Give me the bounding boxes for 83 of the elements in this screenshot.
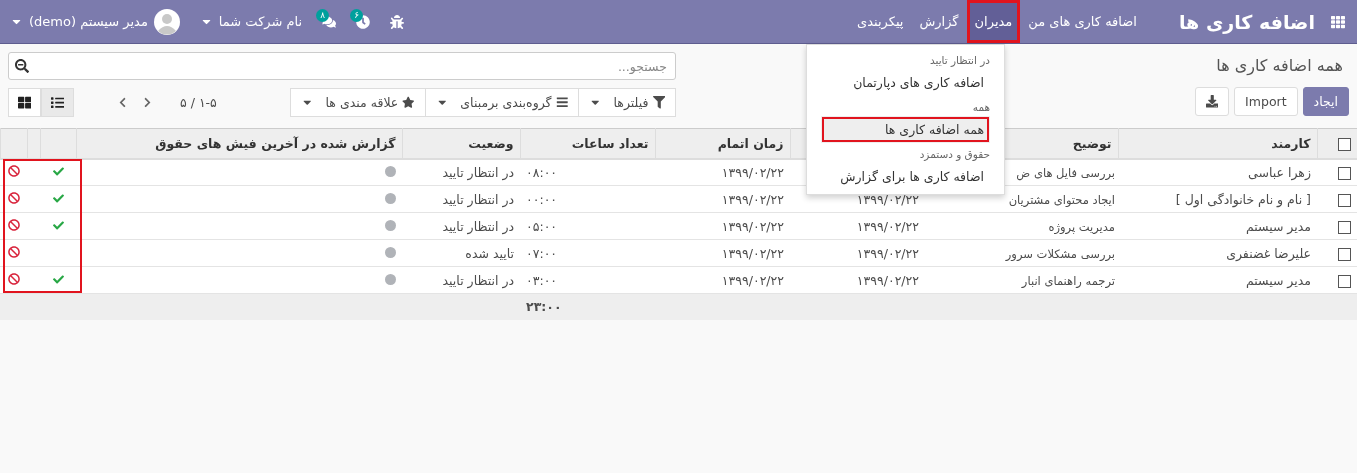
approve-icon[interactable] [52, 165, 64, 177]
checkbox[interactable] [1338, 247, 1351, 261]
approve-icon[interactable] [52, 273, 64, 285]
table-cell: ۱۳۹۹/۰۲/۲۲ [721, 272, 784, 288]
grid-view-icon [17, 95, 32, 110]
menu-section-header: در انتظار تایید [928, 53, 991, 69]
table-cell: ۰۳:۰۰ [526, 272, 558, 288]
column-header[interactable]: کارمند [1271, 135, 1311, 151]
menu-item[interactable]: اضافه کاری های دپارتمان [807, 69, 1004, 96]
table-cell: ۱۳۹۹/۰۲/۲۲ [856, 191, 919, 207]
checkbox[interactable] [1338, 274, 1351, 288]
table-cell: بررسی فایل های ض [1016, 165, 1115, 180]
search-icon[interactable] [15, 59, 29, 73]
message-count: ۸ [316, 9, 329, 22]
table-cell: ۱۳۹۹/۰۲/۲۲ [856, 272, 919, 288]
search-field[interactable]: جستجو... [8, 52, 676, 80]
download-icon [1205, 95, 1219, 108]
search-option-button[interactable]: علاقه مندی ها [290, 88, 426, 117]
company-switcher[interactable]: نام شرکت شما [218, 14, 303, 29]
user-menu[interactable]: مدیر سیستم (demo) [29, 14, 148, 29]
table-cell: مدیر سیستم [1245, 272, 1311, 288]
create-button[interactable]: ایجاد [1302, 87, 1349, 116]
refuse-icon[interactable] [7, 272, 20, 285]
chevron-right-icon [142, 97, 153, 108]
column-header[interactable]: توضیح [1072, 135, 1112, 151]
download-button[interactable] [1194, 87, 1230, 116]
refuse-icon[interactable] [7, 191, 20, 204]
approve-icon[interactable] [52, 219, 64, 231]
star-icon [402, 96, 415, 109]
table-cell: علیرضا غضنفری [1226, 245, 1311, 261]
import-button[interactable]: Import [1234, 87, 1298, 116]
table-cell: ۱۳۹۹/۰۲/۲۲ [721, 245, 784, 261]
table-cell: در انتظار تایید [442, 191, 514, 207]
table-cell: مدیر سیستم [1245, 218, 1311, 234]
menu-section-header: حقوق و دستمزد [918, 147, 991, 163]
view-switch-button[interactable] [8, 88, 41, 117]
refuse-icon[interactable] [7, 164, 20, 177]
menu-item[interactable]: اضافه کاری ها برای گزارش [807, 163, 1004, 190]
search-option-button[interactable]: فیلترها [578, 88, 676, 117]
table-cell: در انتظار تایید [442, 164, 514, 180]
menu-tab[interactable]: اضافه کاری های من [1020, 0, 1145, 43]
avatar-icon [153, 8, 180, 35]
refuse-icon[interactable] [7, 218, 20, 231]
table-cell: ۰۵:۰۰ [526, 218, 558, 234]
list-view-icon [50, 95, 65, 110]
view-switch-button[interactable] [41, 88, 74, 117]
table-cell: ایجاد محتوای مشتریان [1008, 192, 1115, 207]
checkbox[interactable] [1338, 220, 1351, 234]
table-cell: ۰۷:۰۰ [526, 245, 558, 261]
search-option-button[interactable]: گروه‌بندی برمبنای [424, 88, 580, 117]
table-cell: ترجمه راهنمای انبار [1021, 273, 1115, 288]
checkbox[interactable] [1338, 193, 1351, 207]
activity-count: ۶ [350, 9, 363, 22]
table-cell: در انتظار تایید [442, 272, 514, 288]
table-cell: ۱۳۹۹/۰۲/۲۲ [721, 218, 784, 234]
filter-icon [652, 96, 665, 109]
breadcrumb: همه اضافه کاری ها [1216, 55, 1344, 78]
table-cell: ۰۸:۰۰ [526, 164, 558, 180]
list-icon [555, 96, 569, 109]
table-cell: ۰۰:۰۰ [526, 191, 558, 207]
checkbox[interactable] [1338, 166, 1351, 180]
checkbox[interactable] [1338, 137, 1351, 151]
menu-section-header: همه [971, 100, 991, 115]
menu-tab[interactable]: مدیران [966, 0, 1021, 43]
chevron-left-icon [117, 97, 128, 108]
total-hours: ۲۳:۰۰ [520, 293, 655, 320]
table-cell: ۱۳۹۹/۰۲/۲۲ [721, 164, 784, 180]
table-cell: مدیریت پروژه [1048, 219, 1115, 234]
table-cell: زهرا عباسی [1248, 164, 1311, 180]
table-cell: ۱۳۹۹/۰۲/۲۲ [721, 191, 784, 207]
app-title: اضافه کاری ها [1177, 9, 1316, 36]
menu-tab[interactable]: گزارش [911, 0, 967, 43]
table-cell: بررسی مشکلات سرور [1005, 246, 1115, 261]
menu-item[interactable]: همه اضافه کاری ها [821, 116, 990, 143]
refuse-icon[interactable] [7, 245, 20, 258]
pager-value: ۱-۵ / ۵ [180, 95, 217, 110]
table-cell: تایید شده [465, 245, 514, 261]
table-cell: ۱۳۹۹/۰۲/۲۲ [856, 245, 919, 261]
table-cell: [ نام و نام خانوادگی اول ] [1175, 191, 1311, 207]
approve-icon[interactable] [52, 192, 64, 204]
table-cell: ۱۳۹۹/۰۲/۲۲ [856, 218, 919, 234]
menu-tab[interactable]: پیکربندی [849, 0, 912, 43]
table-cell: در انتظار تایید [442, 218, 514, 234]
